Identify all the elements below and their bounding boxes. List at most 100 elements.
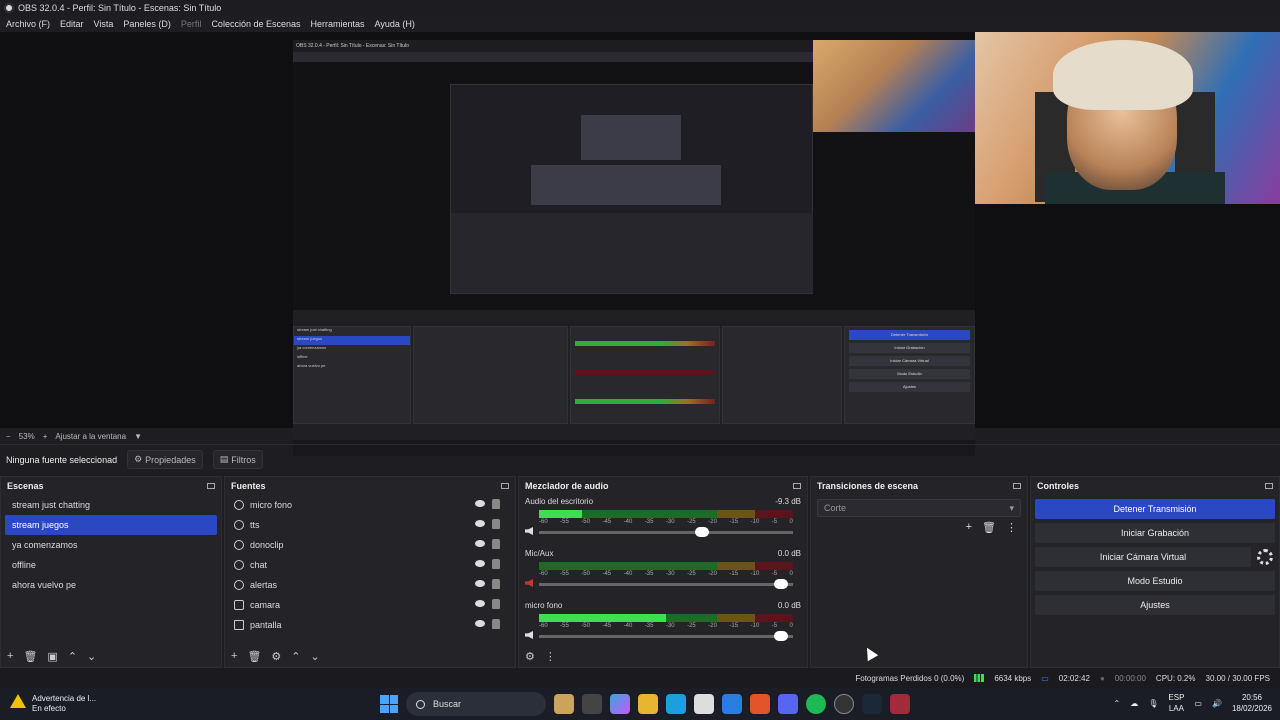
start-recording-button[interactable]: Iniciar Grabación bbox=[1035, 523, 1275, 543]
start-virtual-cam-button[interactable]: Iniciar Cámara Virtual bbox=[1035, 547, 1251, 567]
menu-coleccion-escenas[interactable]: Colección de Escenas bbox=[211, 19, 300, 29]
undock-icon[interactable] bbox=[793, 483, 801, 489]
source-item[interactable]: alertas bbox=[229, 575, 511, 595]
add-icon[interactable]: + bbox=[7, 650, 13, 662]
preview-area[interactable]: OBS 32.0.4 - Perfil: Sin Título - Escena… bbox=[0, 32, 1280, 456]
eye-icon[interactable] bbox=[475, 600, 485, 607]
eye-icon[interactable] bbox=[475, 540, 485, 547]
undock-icon[interactable] bbox=[501, 483, 509, 489]
volume-slider[interactable] bbox=[539, 579, 793, 589]
preview-canvas[interactable]: OBS 32.0.4 - Perfil: Sin Título - Escena… bbox=[293, 40, 975, 456]
volume-slider[interactable] bbox=[539, 527, 793, 537]
lock-icon[interactable] bbox=[492, 619, 500, 629]
steam-icon[interactable] bbox=[862, 694, 882, 714]
slider-knob[interactable] bbox=[773, 579, 788, 589]
menu-archivo[interactable]: Archivo (F) bbox=[6, 19, 50, 29]
chevron-down-icon[interactable]: ⌄ bbox=[87, 650, 96, 663]
chevron-up-icon[interactable]: ⌃ bbox=[291, 650, 300, 663]
scene-item[interactable]: stream just chatting bbox=[5, 495, 217, 515]
scene-item[interactable]: ahora vuelvo pe bbox=[5, 575, 217, 595]
scene-item[interactable]: ya comenzamos bbox=[5, 535, 217, 555]
file-explorer-icon[interactable] bbox=[638, 694, 658, 714]
mic-icon[interactable]: 🎙 bbox=[1148, 699, 1158, 708]
taskbar-search[interactable]: Buscar bbox=[406, 692, 546, 716]
eye-icon[interactable] bbox=[475, 560, 485, 567]
volume-icon[interactable] bbox=[525, 631, 533, 639]
transition-select[interactable]: Corte ▾ bbox=[817, 499, 1021, 517]
menu-editar[interactable]: Editar bbox=[60, 19, 84, 29]
menu-vista[interactable]: Vista bbox=[94, 19, 114, 29]
volume-icon[interactable]: 🔊 bbox=[1212, 699, 1222, 708]
stop-stream-button[interactable]: Detener Transmisión bbox=[1035, 499, 1275, 519]
spotify-icon[interactable] bbox=[806, 694, 826, 714]
brave-icon[interactable] bbox=[750, 694, 770, 714]
menu-ayuda[interactable]: Ayuda (H) bbox=[375, 19, 415, 29]
trash-icon[interactable]: 🗑 bbox=[982, 521, 996, 534]
slider-knob[interactable] bbox=[695, 527, 710, 537]
task-view-icon[interactable] bbox=[582, 694, 602, 714]
trash-icon[interactable]: 🗑 bbox=[23, 650, 37, 663]
volume-icon[interactable] bbox=[525, 527, 533, 535]
kebab-menu-icon[interactable]: ⋮ bbox=[545, 650, 556, 663]
windows-start-icon[interactable] bbox=[380, 695, 398, 713]
lock-icon[interactable] bbox=[492, 539, 500, 549]
undock-icon[interactable] bbox=[1013, 483, 1021, 489]
filter-icon[interactable]: ▣ bbox=[47, 650, 57, 663]
clock[interactable]: 20:56 18/02/2026 bbox=[1232, 692, 1272, 714]
scene-item[interactable]: offline bbox=[5, 555, 217, 575]
menu-herramientas[interactable]: Herramientas bbox=[311, 19, 365, 29]
wifi-icon[interactable]: ▭ bbox=[1194, 699, 1202, 708]
edge-icon[interactable] bbox=[666, 694, 686, 714]
source-item[interactable]: pantalla bbox=[229, 615, 511, 635]
zoom-in-icon[interactable]: + bbox=[43, 432, 48, 441]
lock-icon[interactable] bbox=[492, 599, 500, 609]
bing-icon[interactable] bbox=[554, 694, 574, 714]
fit-window-select[interactable]: Ajustar a la ventana bbox=[55, 432, 126, 441]
language-indicator[interactable]: ESP LAA bbox=[1168, 692, 1184, 714]
source-item[interactable]: tts bbox=[229, 515, 511, 535]
gear-icon[interactable] bbox=[1257, 549, 1273, 565]
menu-paneles[interactable]: Paneles (D) bbox=[123, 19, 171, 29]
weather-widget[interactable]: Advertencia de l... En efecto bbox=[10, 694, 96, 714]
lock-icon[interactable] bbox=[492, 579, 500, 589]
app-icon[interactable] bbox=[890, 694, 910, 714]
undock-icon[interactable] bbox=[207, 483, 215, 489]
add-icon[interactable]: + bbox=[231, 650, 237, 662]
properties-button[interactable]: ⚙ Propiedades bbox=[127, 450, 203, 469]
store-icon[interactable] bbox=[694, 694, 714, 714]
eye-icon[interactable] bbox=[475, 500, 485, 507]
source-item[interactable]: chat bbox=[229, 555, 511, 575]
source-item[interactable]: camara bbox=[229, 595, 511, 615]
discord-icon[interactable] bbox=[778, 694, 798, 714]
lock-icon[interactable] bbox=[492, 559, 500, 569]
scene-item[interactable]: stream juegos bbox=[5, 515, 217, 535]
vscode-icon[interactable] bbox=[722, 694, 742, 714]
kebab-menu-icon[interactable]: ⋮ bbox=[1006, 521, 1017, 534]
chevron-down-icon[interactable]: ▼ bbox=[134, 432, 142, 441]
volume-icon[interactable] bbox=[525, 579, 533, 587]
trash-icon[interactable]: 🗑 bbox=[247, 650, 261, 663]
eye-icon[interactable] bbox=[475, 580, 485, 587]
chevron-up-icon[interactable]: ⌃ bbox=[1114, 699, 1121, 708]
filters-button[interactable]: ▤ Filtros bbox=[212, 450, 263, 469]
lock-icon[interactable] bbox=[492, 499, 500, 509]
add-icon[interactable]: + bbox=[966, 521, 972, 534]
chevron-up-icon[interactable]: ⌃ bbox=[68, 650, 77, 663]
menu-perfil[interactable]: Perfil bbox=[181, 19, 202, 29]
zoom-out-icon[interactable]: − bbox=[6, 432, 11, 441]
source-item[interactable]: micro fono bbox=[229, 495, 511, 515]
source-item[interactable]: donoclip bbox=[229, 535, 511, 555]
undock-icon[interactable] bbox=[1265, 483, 1273, 489]
slider-knob[interactable] bbox=[773, 631, 788, 641]
studio-mode-button[interactable]: Modo Estudio bbox=[1035, 571, 1275, 591]
eye-icon[interactable] bbox=[475, 620, 485, 627]
volume-slider[interactable] bbox=[539, 631, 793, 641]
obs-icon[interactable] bbox=[834, 694, 854, 714]
cloud-icon[interactable]: ☁ bbox=[1130, 699, 1138, 708]
copilot-icon[interactable] bbox=[610, 694, 630, 714]
gear-icon[interactable]: ⚙ bbox=[271, 650, 281, 663]
eye-icon[interactable] bbox=[475, 520, 485, 527]
gear-icon[interactable]: ⚙ bbox=[525, 650, 535, 663]
chevron-down-icon[interactable]: ⌄ bbox=[311, 650, 320, 663]
lock-icon[interactable] bbox=[492, 519, 500, 529]
